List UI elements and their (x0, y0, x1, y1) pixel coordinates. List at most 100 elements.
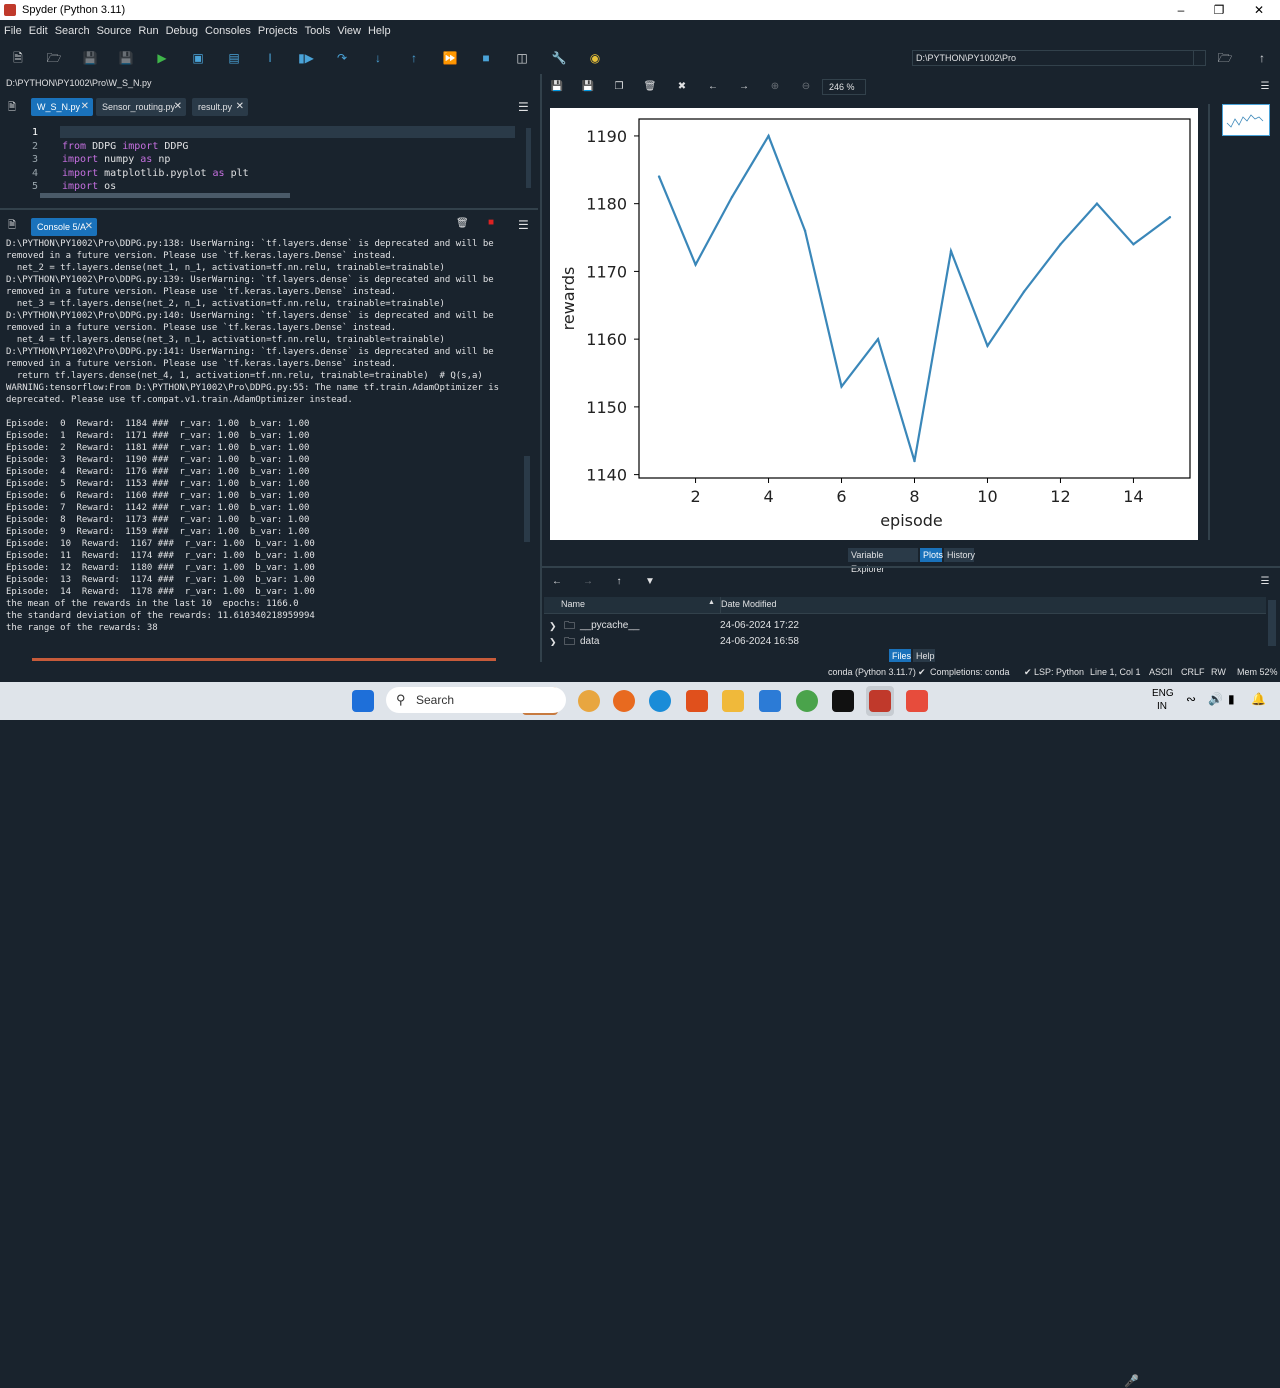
edge-icon[interactable] (649, 690, 671, 712)
maximize-icon[interactable]: ❐ (1200, 0, 1238, 20)
region-indicator[interactable]: IN (1157, 701, 1167, 712)
menu-item-help[interactable]: Help (368, 25, 391, 37)
file-explorer-icon[interactable] (722, 690, 744, 712)
editor-options-icon[interactable]: ☰ (518, 100, 529, 114)
tab-result[interactable]: result.py ✕ (192, 98, 248, 116)
run-cell-icon[interactable]: ▣ (190, 50, 206, 66)
column-date-header[interactable]: Date Modified (721, 599, 777, 609)
console-output[interactable]: D:\PYTHON\PY1002\Pro\DDPG.py:138: UserWa… (6, 238, 522, 634)
code-line[interactable]: 3 import numpy as np (0, 153, 536, 166)
horizontal-splitter[interactable] (542, 566, 1280, 568)
browse-folder-icon[interactable]: 🗁 (1217, 50, 1233, 66)
chrome-alt-icon[interactable] (796, 690, 818, 712)
tab-files[interactable]: Files (889, 649, 911, 663)
copy-plot-icon[interactable]: ❐ (612, 80, 626, 94)
menu-item-consoles[interactable]: Consoles (205, 25, 251, 37)
vertical-splitter[interactable] (540, 74, 542, 662)
new-file-icon[interactable]: 🗎 (10, 50, 26, 66)
interrupt-kernel-icon[interactable]: ■ (488, 217, 494, 228)
console-options-icon[interactable]: ☰ (518, 218, 529, 232)
files-options-icon[interactable]: ☰ (1258, 575, 1272, 589)
menu-item-edit[interactable]: Edit (29, 25, 48, 37)
menu-item-debug[interactable]: Debug (166, 25, 198, 37)
menu-item-run[interactable]: Run (138, 25, 158, 37)
run-icon[interactable]: ▶ (154, 50, 170, 66)
close-console-icon[interactable]: ✕ (85, 218, 93, 236)
close-icon[interactable]: ✕ (1240, 0, 1278, 20)
menu-item-source[interactable]: Source (97, 25, 132, 37)
open-folder-icon[interactable]: 🗁 (46, 50, 62, 66)
files-scrollbar[interactable] (1268, 600, 1276, 646)
code-line[interactable]: 2 from DDPG import DDPG (0, 140, 536, 153)
menu-item-file[interactable]: File (4, 25, 22, 37)
files-up-icon[interactable]: ↑ (612, 575, 626, 589)
app-taskbar-icon[interactable] (906, 690, 928, 712)
preferences-icon[interactable]: 🔧 (551, 50, 567, 66)
tab-variable-explorer[interactable]: Variable Explorer (848, 548, 918, 574)
python-path-icon[interactable]: ◉ (587, 50, 603, 66)
terminal-icon[interactable] (832, 690, 854, 712)
tab-w-s-n[interactable]: W_S_N.py ✕ (31, 98, 93, 116)
clear-console-icon[interactable]: 🗑 (456, 218, 469, 229)
save-icon[interactable]: 💾 (82, 50, 98, 66)
column-name-header[interactable]: Name (561, 599, 585, 609)
next-plot-icon[interactable]: → (737, 80, 751, 94)
zoom-in-icon[interactable]: ⊕ (768, 80, 782, 94)
menu-item-projects[interactable]: Projects (258, 25, 298, 37)
brave-icon[interactable] (686, 690, 708, 712)
tab-console[interactable]: Console 5/A ✕ (31, 218, 97, 236)
step-over-icon[interactable]: ↷ (334, 50, 350, 66)
plots-splitter[interactable] (1208, 104, 1210, 540)
tab-history[interactable]: History (944, 548, 975, 562)
minimize-icon[interactable]: – (1162, 0, 1200, 20)
run-cell-advance-icon[interactable]: ▤ (226, 50, 242, 66)
chevron-down-icon[interactable] (1193, 51, 1205, 65)
step-into-icon[interactable]: ↓ (370, 50, 386, 66)
microphone-icon[interactable]: 🎤 (1124, 1374, 1139, 1388)
parent-dir-icon[interactable]: ↑ (1254, 50, 1270, 66)
stop-debug-icon[interactable]: ■ (478, 50, 494, 66)
files-forward-icon[interactable]: → (581, 575, 595, 589)
zoom-out-icon[interactable]: ⊖ (799, 80, 813, 94)
status-env[interactable]: conda (Python 3.11.7) (828, 662, 916, 682)
close-tab-icon[interactable]: ✕ (81, 98, 89, 116)
step-out-icon[interactable]: ↑ (406, 50, 422, 66)
wifi-icon[interactable]: ∾ (1186, 692, 1196, 706)
files-filter-icon[interactable]: ▼ (643, 575, 657, 589)
tab-help[interactable]: Help (913, 649, 935, 663)
console-scrollbar-v[interactable] (524, 456, 530, 542)
start-icon[interactable] (352, 690, 374, 712)
remove-all-plots-icon[interactable]: ✖ (675, 80, 689, 94)
save-all-icon[interactable]: 💾 (118, 50, 134, 66)
volume-icon[interactable]: 🔊 (1208, 692, 1223, 706)
notepad-icon[interactable] (759, 690, 781, 712)
previous-plot-icon[interactable]: ← (706, 80, 720, 94)
firefox-icon[interactable] (613, 690, 635, 712)
code-line[interactable]: 4 import matplotlib.pyplot as plt (0, 167, 536, 180)
spyder-taskbar-icon[interactable] (869, 690, 891, 712)
save-plot-icon[interactable]: 💾 (550, 80, 564, 94)
plots-options-icon[interactable]: ☰ (1258, 80, 1272, 94)
menu-item-search[interactable]: Search (55, 25, 90, 37)
debug-icon[interactable]: ▮▶ (298, 50, 314, 66)
maximize-pane-icon[interactable]: ◫ (514, 50, 530, 66)
save-all-plots-icon[interactable]: 💾 (581, 80, 595, 94)
file-row[interactable]: ❯ 🗀 __pycache__ 24-06-2024 17:22 (544, 618, 1266, 634)
tab-plots[interactable]: Plots (920, 548, 943, 562)
remove-plot-icon[interactable]: 🗑 (643, 80, 657, 94)
battery-icon[interactable]: ▮ (1228, 692, 1235, 706)
editor-scrollbar-v[interactable] (526, 128, 531, 188)
menu-item-view[interactable]: View (337, 25, 361, 37)
language-indicator[interactable]: ENG (1152, 688, 1174, 699)
pane-divider[interactable] (0, 208, 538, 210)
chrome-icon[interactable] (578, 690, 600, 712)
continue-icon[interactable]: ⏩ (442, 50, 458, 66)
chevron-right-icon[interactable]: ❯ (549, 634, 557, 646)
console-scrollbar-h[interactable] (32, 658, 496, 661)
plot-thumbnail[interactable] (1222, 104, 1270, 136)
tab-sensor-routing[interactable]: Sensor_routing.py ✕ (96, 98, 186, 116)
editor-scrollbar-h[interactable] (40, 193, 290, 198)
taskbar-search-input[interactable]: ⚲ Search (386, 687, 566, 713)
chevron-right-icon[interactable]: ❯ (549, 618, 557, 634)
run-selection-icon[interactable]: I (262, 50, 278, 66)
